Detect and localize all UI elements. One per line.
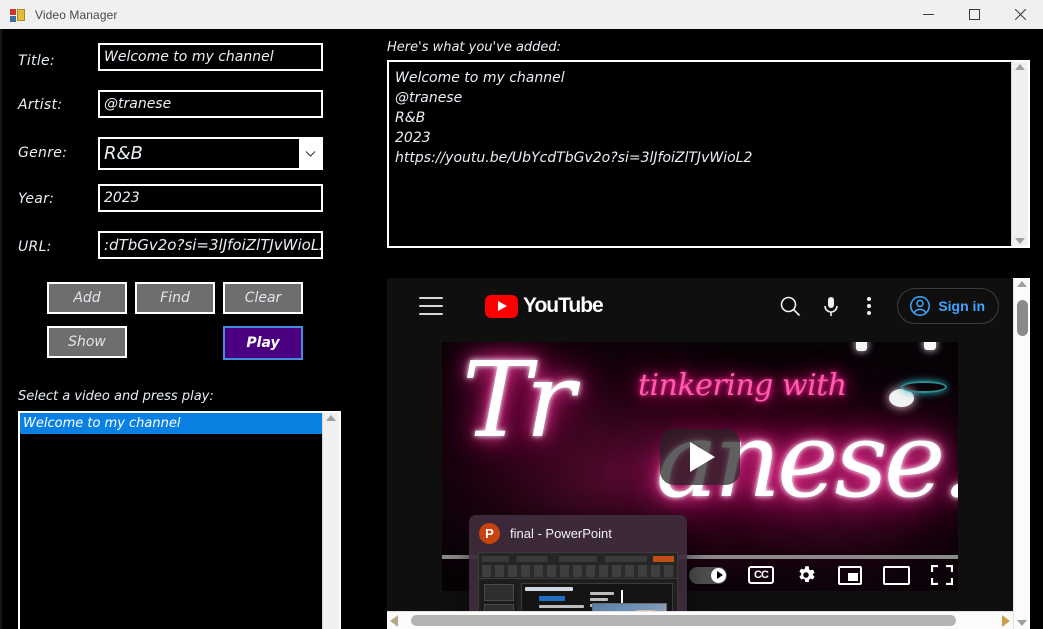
title-bar[interactable]: Video Manager [0,0,1043,29]
youtube-play-badge-icon [485,294,518,318]
scroll-up-arrow[interactable] [1015,64,1025,70]
video-listbox[interactable]: Welcome to my channel [18,411,341,629]
fullscreen-icon[interactable] [931,565,953,585]
taskbar-preview-header: P final - PowerPoint [469,515,687,552]
autoplay-toggle[interactable] [689,566,727,584]
output-line-year: 2023 [395,130,431,146]
listbox-scrollbar[interactable] [322,413,339,629]
show-button[interactable]: Show [47,326,127,358]
label-url: URL: [18,239,52,255]
neon-dot-a [856,342,867,351]
output-scrollbar[interactable] [1011,62,1028,246]
find-button[interactable]: Find [135,282,215,314]
big-play-button[interactable] [660,428,740,485]
label-artist: Artist: [18,97,63,113]
search-icon[interactable] [779,295,801,317]
chevron-down-icon[interactable] [299,139,321,168]
output-line-artist: @tranese [395,90,463,106]
close-button[interactable] [997,0,1043,29]
client-area: Title: Artist: Genre: Year: URL: Welcome… [0,29,1043,629]
scroll-up-arrow[interactable] [326,415,336,421]
title-input[interactable]: Welcome to my channel [98,43,323,71]
scroll-left-arrow[interactable] [390,614,398,627]
sign-in-button[interactable]: Sign in [897,288,999,324]
year-input[interactable]: 2023 [98,184,323,212]
sign-in-label: Sign in [938,298,985,314]
account-circle-icon [910,296,931,316]
hamburger-icon[interactable] [419,297,443,315]
winforms-app-icon [10,7,26,23]
youtube-wordmark: YouTube [523,294,604,317]
scroll-down-arrow[interactable] [1015,238,1025,244]
output-textbox[interactable]: Welcome to my channel @tranese R&B 2023 … [387,60,1030,248]
youtube-header: YouTube Sign in [387,278,1013,334]
genre-selected-value: R&B [104,143,143,164]
output-line-url: https://youtu.be/UbYcdTbGv2o?si=3lJfoiZl… [395,150,753,166]
scroll-down-arrow[interactable] [1017,620,1027,626]
taskbar-preview-title: final - PowerPoint [510,526,612,541]
output-label: Here's what you've added: [387,40,562,55]
vertical-scrollbar-thumb[interactable] [1017,300,1028,336]
clear-button[interactable]: Clear [223,282,303,314]
horizontal-scrollbar-thumb[interactable] [411,615,956,626]
powerpoint-ribbon [479,553,677,579]
label-genre: Genre: [18,145,68,161]
settings-gear-icon[interactable] [795,564,817,586]
scroll-right-arrow[interactable] [1002,614,1010,627]
youtube-browser-panel[interactable]: YouTube Sign in Tr anese. tinkering with… [387,278,1030,629]
thumbnail-script-sub: tinkering with [638,368,847,403]
horizontal-scrollbar[interactable] [387,611,1013,629]
window-title: Video Manager [35,7,118,22]
microphone-icon[interactable] [821,295,841,317]
neon-ring [901,381,947,393]
three-dot-menu-icon[interactable] [861,297,877,315]
scroll-up-arrow[interactable] [1017,281,1027,287]
neon-dot-b [924,342,936,350]
add-button[interactable]: Add [47,282,127,314]
video-manager-window: Video Manager Title: Artist: Genre: Year… [0,0,1043,629]
play-button[interactable]: Play [223,326,303,360]
label-year: Year: [18,191,55,207]
output-line-title: Welcome to my channel [395,70,565,86]
artist-input[interactable]: @tranese [98,90,323,118]
youtube-page: YouTube Sign in Tr anese. tinkering with… [387,278,1013,629]
listbox-items: Welcome to my channel [20,413,322,629]
youtube-header-actions: Sign in [779,288,999,324]
minimize-button[interactable] [905,0,951,29]
youtube-logo[interactable]: YouTube [485,294,604,318]
output-line-genre: R&B [395,110,426,126]
panel-vertical-scrollbar[interactable] [1013,278,1030,629]
captions-button[interactable]: CC [748,566,774,584]
thumbnail-script-main: Tr [462,342,575,461]
list-item[interactable]: Welcome to my channel [20,413,322,434]
theater-mode-icon[interactable] [883,565,910,585]
output-lines: Welcome to my channel @tranese R&B 2023 … [389,62,1011,246]
genre-combobox[interactable]: R&B [98,137,323,170]
miniplayer-icon[interactable] [838,565,862,585]
url-input[interactable]: :dTbGv2o?si=3lJfoiZlTJvWioL2 [98,231,323,259]
label-title: Title: [18,53,55,69]
maximize-button[interactable] [951,0,997,29]
powerpoint-icon: P [479,523,500,544]
listbox-label: Select a video and press play: [18,389,214,404]
